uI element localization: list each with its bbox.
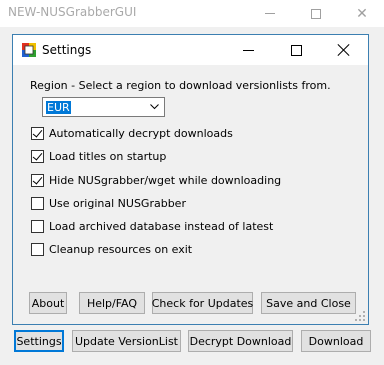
option-auto-decrypt[interactable]: Automatically decrypt downloads: [31, 127, 233, 140]
settings-dialog: Settings Region - Select a region to dow…: [12, 34, 369, 325]
check-updates-button[interactable]: Check for Updates: [152, 292, 253, 314]
checkbox[interactable]: [31, 243, 44, 256]
option-label: Load archived database instead of latest: [49, 220, 274, 233]
maximize-icon: [311, 8, 321, 19]
main-minimize-button[interactable]: [250, 0, 290, 27]
settings-button[interactable]: Settings: [14, 330, 64, 352]
dialog-minimize-button[interactable]: [224, 35, 272, 65]
option-label: Use original NUSGrabber: [49, 197, 186, 210]
main-maximize-button[interactable]: [296, 0, 336, 27]
dialog-maximize-button[interactable]: [272, 35, 320, 65]
checkbox[interactable]: [31, 197, 44, 210]
region-select[interactable]: EUR: [42, 97, 165, 117]
decrypt-download-button[interactable]: Decrypt Download: [188, 330, 293, 352]
minimize-icon: [242, 49, 254, 51]
help-faq-button[interactable]: Help/FAQ: [79, 292, 145, 314]
checkbox[interactable]: [31, 150, 44, 163]
dialog-close-button[interactable]: [320, 35, 368, 65]
option-use-original[interactable]: Use original NUSGrabber: [31, 197, 186, 210]
region-label: Region - Select a region to download ver…: [30, 79, 331, 92]
option-cleanup-resources[interactable]: Cleanup resources on exit: [31, 243, 192, 256]
option-label: Hide NUSgrabber/wget while downloading: [49, 174, 282, 187]
option-label: Automatically decrypt downloads: [49, 127, 233, 140]
about-button[interactable]: About: [29, 292, 67, 314]
region-selected-value: EUR: [46, 100, 71, 114]
checkbox[interactable]: [31, 220, 44, 233]
checkbox[interactable]: [31, 127, 44, 140]
app-icon: [22, 43, 36, 57]
minimize-icon: [265, 13, 275, 14]
update-versionlist-button[interactable]: Update VersionList: [72, 330, 181, 352]
option-hide-nusgrabber[interactable]: Hide NUSgrabber/wget while downloading: [31, 174, 281, 187]
option-load-titles[interactable]: Load titles on startup: [31, 150, 166, 163]
option-label: Load titles on startup: [49, 150, 167, 163]
download-button[interactable]: Download: [301, 330, 371, 352]
option-archived-database[interactable]: Load archived database instead of latest: [31, 220, 273, 233]
close-icon: ✕: [356, 5, 368, 22]
chevron-down-icon: [150, 104, 159, 110]
option-label: Cleanup resources on exit: [49, 243, 193, 256]
save-close-button[interactable]: Save and Close: [261, 292, 356, 314]
checkbox[interactable]: [31, 174, 44, 187]
dialog-title: Settings: [42, 43, 92, 57]
close-icon: [338, 44, 350, 56]
maximize-icon: [290, 44, 302, 56]
main-window-title: NEW-NUSGrabberGUI: [8, 5, 137, 19]
main-close-button[interactable]: ✕: [342, 0, 382, 27]
resize-grip[interactable]: [355, 311, 365, 321]
